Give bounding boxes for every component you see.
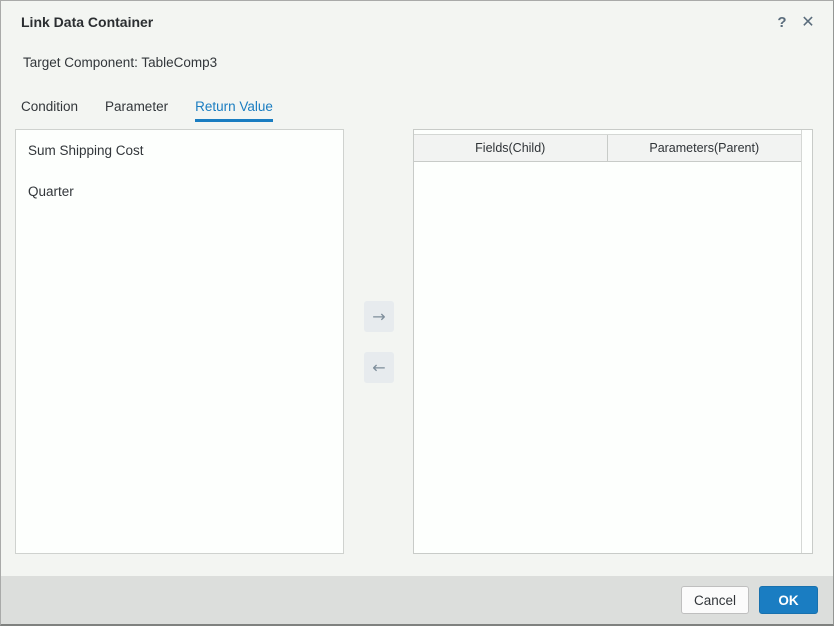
table-scrollbar-track[interactable] xyxy=(801,130,812,553)
arrow-right-icon: → xyxy=(372,307,385,326)
help-icon[interactable]: ? xyxy=(771,11,793,33)
ok-button[interactable]: OK xyxy=(759,586,818,614)
arrow-left-icon: ← xyxy=(372,358,385,377)
link-data-container-dialog: Link Data Container ? ✕ Target Component… xyxy=(0,0,834,626)
available-fields-list[interactable]: Sum Shipping Cost Quarter xyxy=(15,129,344,554)
tab-condition[interactable]: Condition xyxy=(21,99,78,122)
mapping-table-header: Fields(Child) Parameters(Parent) xyxy=(414,134,801,162)
tab-bar: Condition Parameter Return Value xyxy=(21,99,300,122)
close-icon[interactable]: ✕ xyxy=(797,11,819,33)
footer-bar: Cancel OK xyxy=(1,576,833,624)
column-header-parameters-parent: Parameters(Parent) xyxy=(608,135,802,161)
mapping-table: Fields(Child) Parameters(Parent) xyxy=(413,129,813,554)
tab-return-value[interactable]: Return Value xyxy=(195,99,273,122)
mapping-table-body[interactable] xyxy=(414,163,801,553)
target-component-label: Target Component: TableComp3 xyxy=(23,55,217,70)
tab-parameter[interactable]: Parameter xyxy=(105,99,168,122)
dialog-title: Link Data Container xyxy=(21,14,153,30)
move-left-button[interactable]: ← xyxy=(364,352,394,383)
move-right-button[interactable]: → xyxy=(364,301,394,332)
column-header-fields-child: Fields(Child) xyxy=(414,135,608,161)
cancel-button[interactable]: Cancel xyxy=(681,586,749,614)
list-item[interactable]: Sum Shipping Cost xyxy=(16,130,343,171)
list-item[interactable]: Quarter xyxy=(16,171,343,212)
